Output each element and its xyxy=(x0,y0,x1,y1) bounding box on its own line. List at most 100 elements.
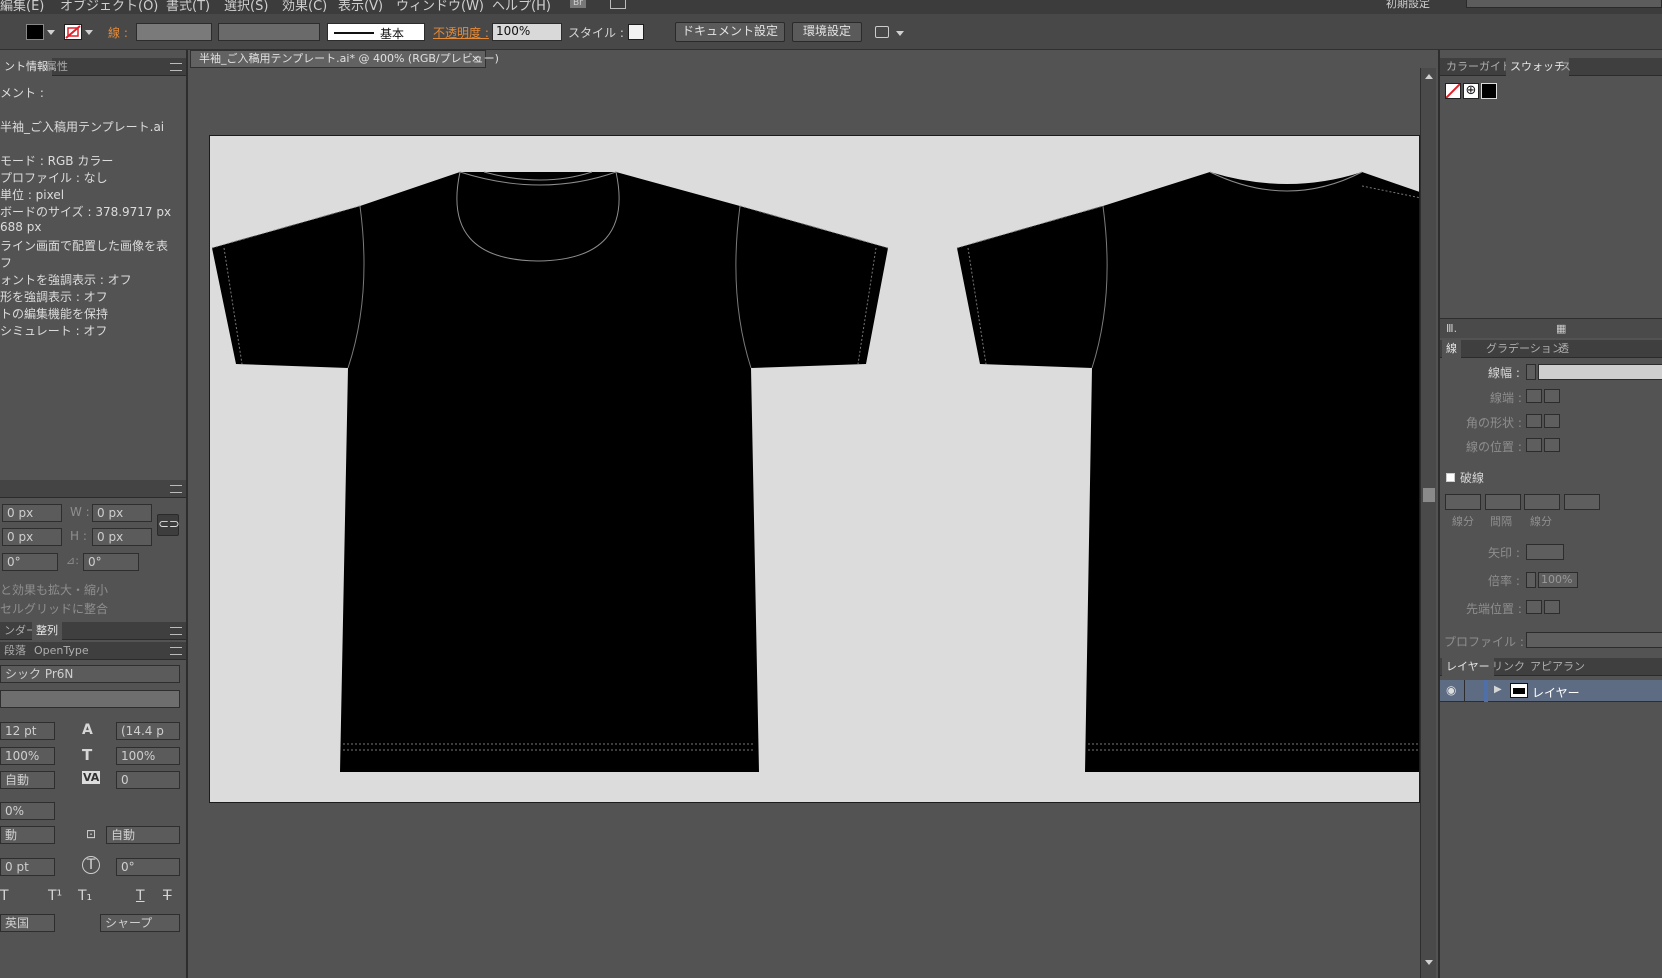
tshirt-front[interactable] xyxy=(211,171,889,772)
graphic-style-swatch[interactable] xyxy=(628,24,644,40)
aki-right-field[interactable]: 自動 xyxy=(106,826,180,844)
opacity-label[interactable]: 不透明度 : xyxy=(433,24,489,41)
align-inside-icon[interactable] xyxy=(1544,438,1560,452)
swatch-library-icon[interactable]: Ⅲ. xyxy=(1446,322,1457,335)
x-field[interactable]: 0 px xyxy=(2,504,62,522)
tshirt-back[interactable] xyxy=(956,171,1420,772)
h-field[interactable]: 0 px xyxy=(92,528,152,546)
artboard[interactable] xyxy=(209,135,1420,803)
tab-opentype[interactable]: OpenType xyxy=(30,642,93,660)
strikethrough-icon[interactable]: T xyxy=(163,888,172,904)
registration-swatch-icon[interactable]: ⊕ xyxy=(1463,83,1479,99)
scroll-thumb[interactable] xyxy=(1423,488,1435,502)
black-swatch[interactable] xyxy=(1481,83,1497,99)
vertical-scrollbar[interactable] xyxy=(1420,68,1436,978)
tab-attributes[interactable]: 属性 xyxy=(42,58,72,76)
round-join-icon[interactable] xyxy=(1544,414,1560,428)
none-swatch[interactable] xyxy=(1445,83,1461,99)
panel-menu-icon[interactable] xyxy=(170,647,182,655)
tab-align[interactable]: 整列 xyxy=(32,622,62,640)
menu-type[interactable]: 書式(T) xyxy=(166,0,210,14)
vertical-scale-field[interactable]: 100% xyxy=(116,747,180,765)
document-setup-button[interactable]: ドキュメント設定 xyxy=(675,22,785,42)
menu-view[interactable]: 表示(V) xyxy=(338,0,383,14)
all-caps-icon[interactable]: T xyxy=(0,888,9,904)
tab-links[interactable]: リンク xyxy=(1488,658,1529,676)
stroke-width-stepper[interactable] xyxy=(1526,364,1536,380)
leading-field[interactable]: (14.4 p xyxy=(116,722,180,740)
layer-row[interactable]: ◉ ▶ レイヤー xyxy=(1440,680,1662,702)
fill-dropdown-icon[interactable] xyxy=(47,30,55,35)
underline-icon[interactable]: T xyxy=(136,888,145,904)
eye-visibility-icon[interactable]: ◉ xyxy=(1446,683,1456,697)
font-style-dropdown[interactable] xyxy=(0,690,180,708)
preferences-button[interactable]: 環境設定 xyxy=(792,22,862,42)
arrow-scale-stepper[interactable] xyxy=(1526,572,1536,588)
rotate-field[interactable]: 0° xyxy=(2,553,58,571)
horizontal-scale-field[interactable]: 100% xyxy=(0,747,55,765)
w-field[interactable]: 0 px xyxy=(92,504,152,522)
help-search-input[interactable] xyxy=(1466,0,1662,8)
stroke-dropdown-icon[interactable] xyxy=(85,30,93,35)
y-field[interactable]: 0 px xyxy=(2,528,62,546)
miter-join-icon[interactable] xyxy=(1526,414,1542,428)
arrowhead-start-dropdown[interactable] xyxy=(1526,544,1564,560)
tab-color-guide[interactable]: カラーガイド xyxy=(1442,58,1516,76)
kerning-field[interactable]: 自動 xyxy=(0,771,55,789)
stroke-swatch[interactable] xyxy=(64,24,82,40)
baseline-shift-field[interactable]: 0 pt xyxy=(0,858,55,876)
brush-profile-dropdown[interactable]: 基本 xyxy=(327,23,425,41)
menu-object[interactable]: オブジェクト(O) xyxy=(60,0,158,14)
superscript-icon[interactable]: T¹ xyxy=(48,888,62,904)
subscript-icon[interactable]: T₁ xyxy=(78,888,92,904)
layer-name[interactable]: レイヤー xyxy=(1532,684,1580,701)
swatch-kind-icon[interactable]: ▦ xyxy=(1556,322,1566,335)
round-cap-icon[interactable] xyxy=(1544,389,1560,403)
scale-strokes-effects-checkbox[interactable]: と効果も拡大・縮小 xyxy=(0,581,108,598)
tab-stroke[interactable]: 線 xyxy=(1442,340,1461,358)
menu-help[interactable]: ヘルプ(H) xyxy=(492,0,551,14)
gap-field-1[interactable] xyxy=(1485,494,1521,510)
arrow-tip-place-icon[interactable] xyxy=(1544,600,1560,614)
shear-field[interactable]: 0° xyxy=(83,553,139,571)
dash-field-1[interactable] xyxy=(1445,494,1481,510)
workspace-switcher[interactable]: 初期設定 xyxy=(1386,0,1430,11)
dashed-line-checkbox[interactable] xyxy=(1446,473,1455,482)
tab-appearance[interactable]: アピアラン xyxy=(1526,658,1589,676)
gap-field-2[interactable] xyxy=(1564,494,1600,510)
panel-menu-icon[interactable] xyxy=(170,485,182,493)
antialias-dropdown[interactable]: シャープ xyxy=(100,914,180,932)
tracking-field[interactable]: 0 xyxy=(116,771,180,789)
menu-select[interactable]: 選択(S) xyxy=(224,0,268,14)
document-tab[interactable]: 半袖_ご入稿用テンプレート.ai* @ 400% (RGB/プレビュー) × xyxy=(190,50,499,68)
control-menu-icon[interactable] xyxy=(896,31,904,36)
menu-window[interactable]: ウィンドウ(W) xyxy=(396,0,484,14)
arrow-tip-extend-icon[interactable] xyxy=(1526,600,1542,614)
menu-edit[interactable]: 編集(E) xyxy=(0,0,44,14)
expand-triangle-icon[interactable]: ▶ xyxy=(1494,684,1502,695)
fill-swatch[interactable] xyxy=(26,24,44,40)
dash-field-2[interactable] xyxy=(1524,494,1560,510)
aki-left-field[interactable]: 動 xyxy=(0,826,55,844)
tab-symbols[interactable]: ス xyxy=(1556,58,1575,76)
menu-effect[interactable]: 効果(C) xyxy=(282,0,327,14)
tab-transparency[interactable]: 透 xyxy=(1554,340,1573,358)
tsume-field[interactable]: 0% xyxy=(0,802,55,820)
close-tab-icon[interactable]: × xyxy=(471,51,480,67)
character-rotate-field[interactable]: 0° xyxy=(116,858,180,876)
butt-cap-icon[interactable] xyxy=(1526,389,1542,403)
scroll-down-icon[interactable] xyxy=(1425,960,1433,965)
panel-menu-icon[interactable] xyxy=(170,627,182,635)
language-dropdown[interactable]: 英国 xyxy=(0,914,55,932)
stroke-label[interactable]: 線 : xyxy=(108,24,128,41)
align-center-icon[interactable] xyxy=(1526,438,1542,452)
bridge-button[interactable]: Br xyxy=(570,0,586,8)
constrain-proportions-link-icon[interactable]: ⊂⊃ xyxy=(157,514,180,536)
tab-paragraph[interactable]: 段落 xyxy=(0,642,30,660)
isolate-group-icon[interactable] xyxy=(875,26,889,38)
panel-menu-icon[interactable] xyxy=(170,63,182,71)
variable-width-dropdown[interactable] xyxy=(218,23,320,41)
tab-layers[interactable]: レイヤー xyxy=(1442,658,1494,676)
stroke-width-field[interactable] xyxy=(1538,364,1662,380)
scroll-up-icon[interactable] xyxy=(1425,74,1433,79)
